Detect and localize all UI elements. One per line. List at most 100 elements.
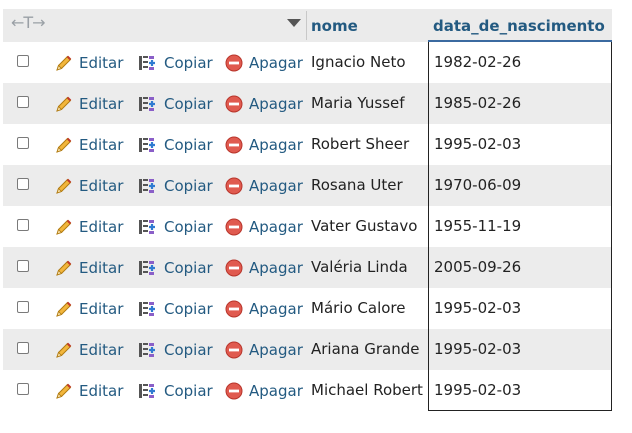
cell-nome[interactable]: Maria Yussef	[311, 94, 405, 112]
edit-link[interactable]: Editar	[54, 53, 123, 73]
edit-label[interactable]: Editar	[79, 341, 123, 359]
column-header-data-label[interactable]: data_de_nascimento	[433, 17, 605, 35]
cell-data-value[interactable]: 1955-11-19	[434, 217, 521, 235]
copy-link[interactable]: Copiar	[137, 135, 213, 155]
edit-label[interactable]: Editar	[79, 95, 123, 113]
sort-arrow-icon[interactable]	[287, 19, 301, 27]
copy-label[interactable]: Copiar	[164, 54, 213, 72]
copy-link[interactable]: Copiar	[137, 176, 213, 196]
column-header-data-de-nascimento[interactable]: data_de_nascimento	[428, 9, 612, 42]
delete-label[interactable]: Apagar	[249, 341, 303, 359]
cell-data-value[interactable]: 2005-09-26	[434, 258, 521, 276]
row-checkbox[interactable]	[17, 342, 29, 354]
edit-link[interactable]: Editar	[54, 258, 123, 278]
cell-nome[interactable]: Valéria Linda	[311, 258, 408, 276]
copy-label[interactable]: Copiar	[164, 95, 213, 113]
copy-link[interactable]: Copiar	[137, 340, 213, 360]
edit-link[interactable]: Editar	[54, 381, 123, 401]
cell-data-de-nascimento[interactable]: 1985-02-26	[428, 83, 612, 124]
delete-link[interactable]: Apagar	[224, 340, 303, 360]
delete-label[interactable]: Apagar	[249, 218, 303, 236]
cell-data-value[interactable]: 1985-02-26	[434, 94, 521, 112]
edit-label[interactable]: Editar	[79, 300, 123, 318]
edit-link[interactable]: Editar	[54, 340, 123, 360]
row-checkbox[interactable]	[17, 301, 29, 313]
edit-label[interactable]: Editar	[79, 218, 123, 236]
row-checkbox[interactable]	[17, 137, 29, 149]
copy-icon	[139, 261, 155, 275]
cell-data-value[interactable]: 1995-02-03	[434, 135, 521, 153]
edit-label[interactable]: Editar	[79, 382, 123, 400]
delete-label[interactable]: Apagar	[249, 382, 303, 400]
row-checkbox[interactable]	[17, 178, 29, 190]
delete-label[interactable]: Apagar	[249, 136, 303, 154]
cell-data-de-nascimento[interactable]: 1955-11-19	[428, 206, 612, 247]
copy-label[interactable]: Copiar	[164, 136, 213, 154]
edit-link[interactable]: Editar	[54, 135, 123, 155]
cell-data-de-nascimento[interactable]: 1970-06-09	[428, 165, 612, 206]
edit-link[interactable]: Editar	[54, 217, 123, 237]
row-checkbox[interactable]	[17, 55, 29, 67]
copy-label[interactable]: Copiar	[164, 259, 213, 277]
column-header-nome[interactable]: nome	[311, 17, 358, 35]
cell-nome[interactable]: Mário Calore	[311, 299, 406, 317]
edit-link[interactable]: Editar	[54, 94, 123, 114]
delete-link[interactable]: Apagar	[224, 258, 303, 278]
row-checkbox[interactable]	[17, 383, 29, 395]
copy-link[interactable]: Copiar	[137, 258, 213, 278]
cell-nome[interactable]: Robert Sheer	[311, 135, 409, 153]
cell-data-value[interactable]: 1995-02-03	[434, 340, 521, 358]
row-checkbox[interactable]	[17, 219, 29, 231]
cell-nome[interactable]: Michael Robert	[311, 381, 423, 399]
edit-link[interactable]: Editar	[54, 176, 123, 196]
edit-label[interactable]: Editar	[79, 177, 123, 195]
cell-data-de-nascimento[interactable]: 2005-09-26	[428, 247, 612, 288]
copy-link[interactable]: Copiar	[137, 299, 213, 319]
delete-label[interactable]: Apagar	[249, 300, 303, 318]
cell-data-de-nascimento[interactable]: 1995-02-03	[428, 124, 612, 165]
delete-link[interactable]: Apagar	[224, 135, 303, 155]
copy-label[interactable]: Copiar	[164, 341, 213, 359]
edit-label[interactable]: Editar	[79, 54, 123, 72]
copy-icon	[139, 220, 155, 234]
cell-data-de-nascimento[interactable]: 1995-02-03	[428, 329, 612, 370]
row-checkbox[interactable]	[17, 96, 29, 108]
cell-data-value[interactable]: 1970-06-09	[434, 176, 521, 194]
delete-link[interactable]: Apagar	[224, 176, 303, 196]
cell-data-de-nascimento[interactable]: 1995-02-03	[428, 288, 612, 329]
copy-label[interactable]: Copiar	[164, 382, 213, 400]
cell-data-value[interactable]: 1995-02-03	[434, 299, 521, 317]
cell-data-value[interactable]: 1982-02-26	[434, 53, 521, 71]
cell-data-value[interactable]: 1995-02-03	[434, 381, 521, 399]
delete-link[interactable]: Apagar	[224, 299, 303, 319]
copy-icon	[139, 56, 155, 70]
delete-link[interactable]: Apagar	[224, 94, 303, 114]
column-resize-arrows-icon[interactable]: ←T→	[11, 13, 46, 32]
row-checkbox[interactable]	[17, 260, 29, 272]
edit-label[interactable]: Editar	[79, 259, 123, 277]
edit-label[interactable]: Editar	[79, 136, 123, 154]
copy-icon	[139, 97, 155, 111]
copy-label[interactable]: Copiar	[164, 300, 213, 318]
copy-link[interactable]: Copiar	[137, 53, 213, 73]
delete-link[interactable]: Apagar	[224, 381, 303, 401]
copy-link[interactable]: Copiar	[137, 94, 213, 114]
delete-label[interactable]: Apagar	[249, 54, 303, 72]
cell-nome[interactable]: Ariana Grande	[311, 340, 420, 358]
cell-nome[interactable]: Vater Gustavo	[311, 217, 417, 235]
cell-nome[interactable]: Ignacio Neto	[311, 53, 406, 71]
delete-link[interactable]: Apagar	[224, 53, 303, 73]
copy-link[interactable]: Copiar	[137, 381, 213, 401]
cell-data-de-nascimento[interactable]: 1995-02-03	[428, 370, 612, 411]
edit-link[interactable]: Editar	[54, 299, 123, 319]
copy-label[interactable]: Copiar	[164, 218, 213, 236]
delete-link[interactable]: Apagar	[224, 217, 303, 237]
copy-link[interactable]: Copiar	[137, 217, 213, 237]
delete-label[interactable]: Apagar	[249, 95, 303, 113]
cell-data-de-nascimento[interactable]: 1982-02-26	[428, 42, 612, 83]
delete-label[interactable]: Apagar	[249, 259, 303, 277]
cell-nome[interactable]: Rosana Uter	[311, 176, 403, 194]
delete-icon	[225, 259, 243, 277]
delete-label[interactable]: Apagar	[249, 177, 303, 195]
copy-label[interactable]: Copiar	[164, 177, 213, 195]
